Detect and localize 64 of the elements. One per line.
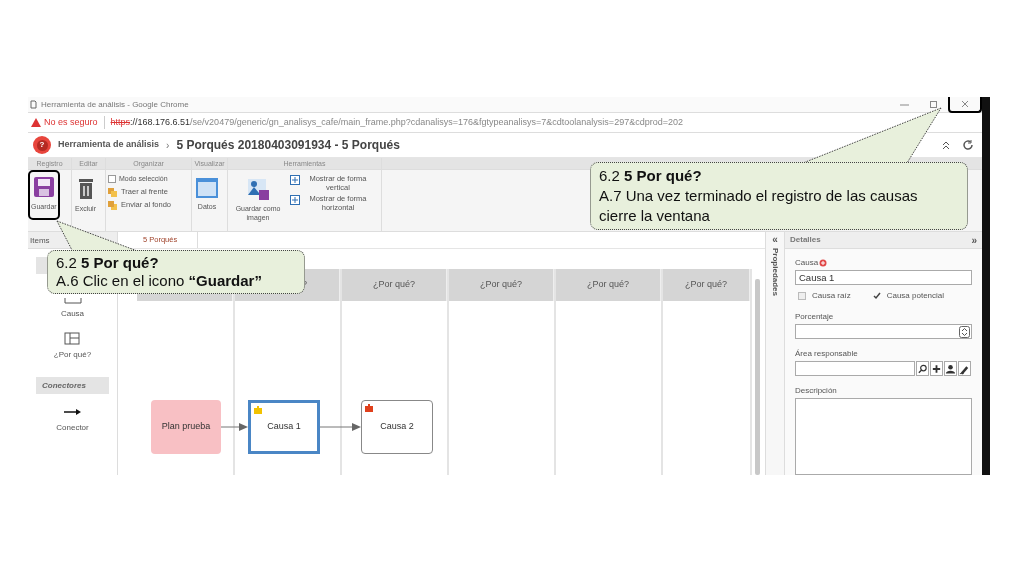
diagram-node[interactable]: Causa 1	[248, 400, 320, 454]
checkbox-label: Causa potencial	[886, 290, 945, 302]
frame-icon	[290, 195, 300, 205]
page-title: 5 Porqués 20180403091934 - 5 Porqués	[176, 137, 400, 154]
search-icon	[917, 362, 928, 375]
plus-icon	[931, 362, 942, 375]
connector-arrow	[320, 423, 361, 431]
security-label: No es seguro	[44, 115, 105, 130]
image-save-icon	[246, 177, 270, 201]
breadcrumb-separator: ›	[166, 138, 170, 153]
callout-heading: 6.2 5 Por qué?	[56, 254, 160, 272]
diagram-node[interactable]: Plan prueba	[151, 400, 221, 454]
close-icon	[961, 99, 969, 108]
grid-icon	[64, 332, 81, 345]
frame-icon	[290, 175, 300, 185]
diagram-node[interactable]: Causa 2	[361, 400, 433, 454]
connector-arrow	[221, 423, 248, 431]
palette-item[interactable]: Causa	[60, 298, 85, 320]
warning-icon	[31, 118, 41, 127]
collapse-button[interactable]: «	[772, 234, 778, 246]
url-text[interactable]: https://168.176.6.51/se/v20479/generic/gn_analisys_cafe/main_frame.php?cdanalisys=176&fgtypeanalisys=7&cdtoolanalysis=297&cdprod=202	[110, 115, 683, 130]
spinner-icon	[959, 325, 970, 338]
scrollbar[interactable]	[755, 279, 760, 475]
field-label: Área responsable	[795, 348, 859, 360]
side-tab[interactable]: Propiedades	[769, 248, 781, 296]
checkbox[interactable]	[872, 292, 881, 300]
palette-item[interactable]: Conector	[56, 406, 89, 434]
required-icon	[819, 259, 828, 267]
save-icon	[31, 175, 56, 199]
tool-button[interactable]	[958, 361, 971, 376]
checkbox[interactable]	[798, 292, 806, 300]
page-icon	[30, 100, 37, 109]
section-header: Conectores	[36, 377, 109, 394]
checkbox-label: Causa raíz	[812, 290, 851, 302]
palette-item[interactable]: ¿Por qué?	[53, 332, 92, 361]
input-field[interactable]	[795, 361, 915, 376]
number-field[interactable]	[795, 324, 972, 339]
collapse-icon[interactable]	[940, 139, 952, 151]
tool-button[interactable]	[944, 361, 957, 376]
logo-mark: ?	[36, 139, 48, 151]
maximize-icon[interactable]	[930, 101, 937, 108]
field-label: Causa	[795, 257, 819, 269]
column-header: ¿Por qué?	[342, 269, 447, 301]
arrow-icon	[63, 406, 82, 418]
text-field[interactable]: Causa 1	[795, 270, 972, 285]
callout-text: A.7 Una vez terminado el registro de las causas cierre la ventana	[599, 186, 919, 226]
column-header: ¿Por qué?	[663, 269, 750, 301]
breadcrumb-link[interactable]: Herramienta de análisis	[58, 138, 160, 152]
refresh-icon[interactable]	[962, 139, 974, 151]
layers-icon	[108, 187, 118, 198]
field-label: Porcentaje	[795, 311, 835, 323]
tool-button[interactable]	[930, 361, 943, 376]
callout-heading: 6.2 5 Por qué?	[599, 166, 703, 186]
person-icon	[945, 362, 956, 375]
expand-button[interactable]: »	[971, 232, 977, 248]
panel-title: Detalles	[790, 234, 821, 246]
field-label: Descripción	[795, 385, 838, 397]
checkbox[interactable]	[108, 175, 116, 184]
window-title: Herramienta de análisis - Google Chrome	[41, 98, 189, 111]
layers-icon	[108, 200, 118, 211]
window-icon	[195, 177, 219, 199]
column-header: ¿Por qué?	[449, 269, 554, 301]
tool-button[interactable]	[916, 361, 929, 376]
column-header: ¿Por qué?	[556, 269, 661, 301]
